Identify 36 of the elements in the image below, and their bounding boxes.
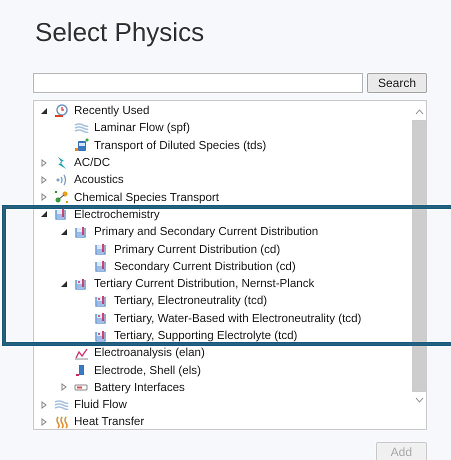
tree-item[interactable]: Fluid Flow bbox=[74, 398, 127, 412]
expanded-arrow-icon[interactable] bbox=[40, 210, 50, 218]
search-field[interactable] bbox=[33, 73, 363, 93]
scroll-up-icon[interactable] bbox=[414, 109, 424, 115]
dialog-title: Select Physics bbox=[34, 16, 206, 49]
tree-item[interactable]: Laminar Flow (spf) bbox=[94, 121, 190, 134]
tree-item[interactable]: Acoustics bbox=[74, 173, 124, 186]
tree-item[interactable]: Recently Used bbox=[74, 104, 150, 118]
tree-item[interactable]: Tertiary, Water-Based with Electroneutrality (tcd) bbox=[114, 312, 362, 325]
expanded-arrow-icon[interactable] bbox=[60, 228, 70, 236]
tree-item[interactable]: Primary Current Distribution (cd) bbox=[114, 242, 280, 256]
flow-lines-icon bbox=[74, 120, 89, 135]
tree-item[interactable]: Tertiary Current Distribution, Nernst-Planck bbox=[94, 277, 314, 290]
heat-waves-icon bbox=[54, 414, 69, 429]
tree-item[interactable]: Chemical Species Transport bbox=[74, 190, 219, 204]
tree-item[interactable]: Heat Transfer bbox=[74, 415, 144, 428]
tree-item[interactable]: Electrochemistry bbox=[74, 208, 160, 221]
tree-item[interactable]: Tertiary, Electroneutrality (tcd) bbox=[114, 294, 268, 308]
scroll-down-icon[interactable] bbox=[414, 397, 424, 403]
search-button[interactable]: Search bbox=[366, 73, 427, 93]
tree-item[interactable]: Tertiary, Supporting Electrolyte (tcd) bbox=[114, 329, 298, 342]
molecule-icon bbox=[54, 190, 69, 204]
container-icon bbox=[74, 138, 89, 152]
clock-icon bbox=[54, 104, 69, 118]
tree-item[interactable]: Transport of Diluted Species (tds) bbox=[94, 138, 266, 152]
flow-lines-icon bbox=[54, 398, 69, 412]
tree-item[interactable]: Electrode, Shell (els) bbox=[94, 364, 201, 377]
expanded-arrow-icon[interactable] bbox=[40, 106, 50, 115]
tree-item[interactable]: Battery Interfaces bbox=[94, 380, 185, 394]
tree-item[interactable]: Electroanalysis (elan) bbox=[94, 346, 205, 360]
tree-item[interactable]: AC/DC bbox=[74, 156, 110, 170]
scrollbar-thumb[interactable] bbox=[412, 120, 426, 392]
sound-waves-icon bbox=[54, 172, 69, 187]
expanded-arrow-icon[interactable] bbox=[60, 280, 70, 288]
tree-item[interactable]: Primary and Secondary Current Distribution bbox=[94, 225, 318, 238]
tree-item[interactable]: Secondary Current Distribution (cd) bbox=[114, 260, 296, 273]
